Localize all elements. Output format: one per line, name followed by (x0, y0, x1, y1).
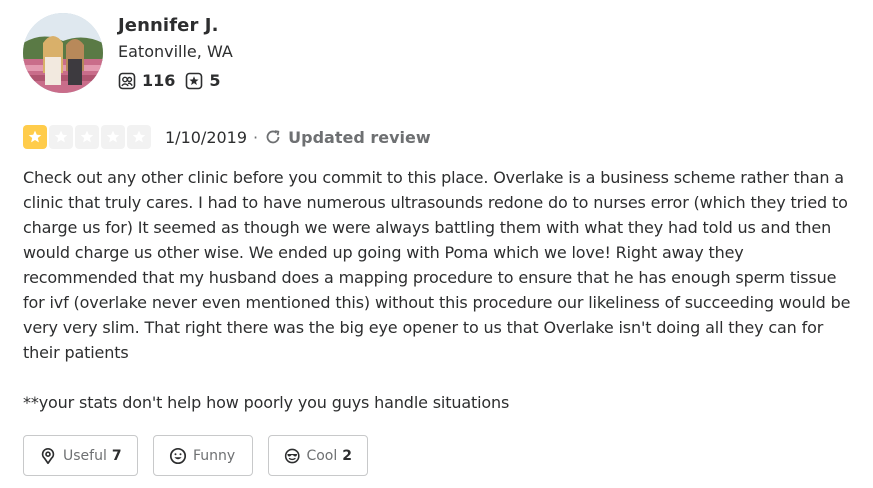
star-empty-icon (127, 125, 151, 149)
review-date: 1/10/2019 (165, 127, 248, 147)
cool-label: Cool (306, 447, 338, 464)
funny-label: Funny (193, 447, 236, 464)
review-paragraph: Check out any other clinic before you co… (23, 168, 851, 362)
user-stats: 116 5 (118, 71, 231, 90)
review-actions: Useful 7 Funny Cool 2 (23, 435, 383, 476)
updated-review-label: Updated review (288, 127, 431, 147)
rating-row: 1/10/2019 · Updated review (23, 124, 431, 150)
useful-label: Useful (63, 447, 107, 464)
user-location: Eatonville, WA (118, 42, 233, 61)
updated-review[interactable]: Updated review (264, 128, 431, 147)
date-separator: · (253, 127, 259, 147)
star-empty-icon (49, 125, 73, 149)
cool-count: 2 (342, 447, 352, 464)
useful-button[interactable]: Useful 7 (23, 435, 138, 476)
friends-count: 116 (142, 71, 176, 90)
reviews-count: 5 (209, 71, 221, 90)
sunglasses-icon (284, 448, 300, 463)
user-name[interactable]: Jennifer J. (118, 15, 219, 36)
review-star-icon (185, 72, 203, 90)
star-empty-icon (75, 125, 99, 149)
friends-icon (118, 72, 136, 90)
user-avatar[interactable] (23, 13, 103, 93)
funny-button[interactable]: Funny (153, 435, 253, 476)
star-rating (23, 125, 153, 149)
star-empty-icon (101, 125, 125, 149)
review-paragraph: **your stats don't help how poorly you g… (23, 393, 510, 412)
lightbulb-icon (41, 447, 55, 464)
cool-button[interactable]: Cool 2 (268, 435, 368, 476)
friends-stat: 116 (118, 71, 175, 90)
useful-count: 7 (111, 447, 122, 464)
star-filled-icon (23, 125, 47, 149)
refresh-icon (266, 130, 280, 144)
reviews-stat: 5 (185, 71, 221, 90)
review-text: Check out any other clinic before you co… (23, 165, 853, 415)
smile-icon (169, 447, 187, 464)
